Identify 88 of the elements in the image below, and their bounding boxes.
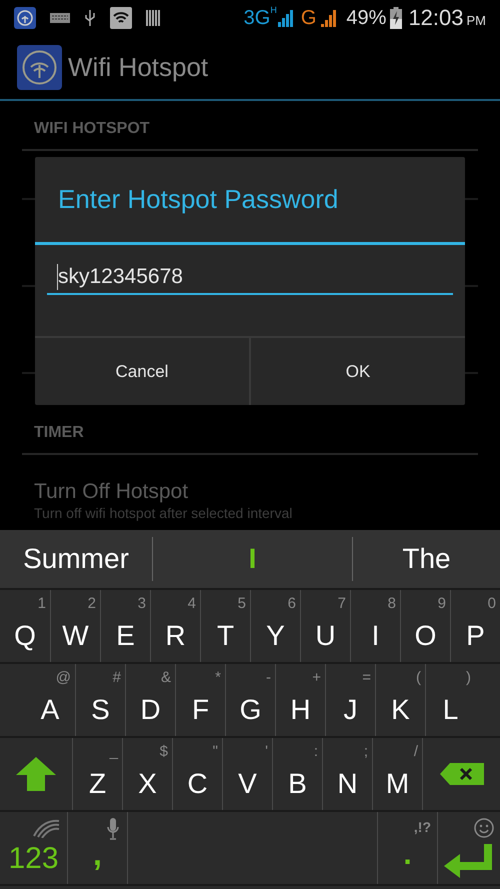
hotspot-app-icon[interactable] [17, 44, 62, 90]
key[interactable]: X $ [122, 738, 172, 810]
key[interactable]: T 5 [200, 590, 250, 662]
key-secondary: 1 [38, 596, 46, 611]
keyboard-icon [50, 12, 70, 22]
clock-suffix: PM [466, 14, 486, 26]
key-secondary: " [212, 744, 218, 759]
symbols-key[interactable]: 123 [0, 812, 67, 884]
battery-percent: 49% [346, 8, 386, 28]
battery-charging-icon [390, 6, 402, 28]
clock-time: 12:03 [408, 6, 464, 28]
wifi-icon [110, 6, 132, 28]
key-secondary: ) [466, 670, 471, 685]
key[interactable]: W 2 [50, 590, 100, 662]
key[interactable]: E 3 [100, 590, 150, 662]
swype-logo-icon [32, 818, 60, 838]
key-secondary: 2 [88, 596, 96, 611]
section-header: TIMER [34, 424, 84, 441]
key-secondary: 5 [238, 596, 246, 611]
key-secondary: 3 [138, 596, 146, 611]
network-type: 3G [244, 8, 270, 28]
key[interactable]: C " [172, 738, 222, 810]
setting-description: Turn off wifi hotspot after selected interval [34, 505, 294, 521]
password-field[interactable]: sky12345678 [47, 261, 453, 295]
key[interactable]: L ) [425, 664, 475, 736]
backspace-icon [440, 763, 484, 785]
comma-key[interactable]: , [67, 812, 127, 884]
key[interactable]: G - [225, 664, 275, 736]
dialog-button[interactable]: Cancel [35, 338, 249, 405]
key-secondary: + [312, 670, 321, 685]
dialog-title: Enter Hotspot Password [58, 183, 338, 216]
key-secondary: - [266, 670, 271, 685]
key[interactable]: S # [75, 664, 125, 736]
enter-arrow-icon [444, 844, 494, 878]
key[interactable]: U 7 [300, 590, 350, 662]
signal-icon [320, 8, 338, 26]
barcode-icon [146, 10, 160, 26]
hotspot-app-icon [14, 6, 36, 28]
key[interactable]: M / [372, 738, 422, 810]
microphone-icon [107, 818, 119, 840]
key-secondary: ,!? [414, 820, 431, 834]
smiley-icon [474, 818, 494, 838]
app-title: Wifi Hotspot [68, 50, 208, 84]
key[interactable]: R 4 [150, 590, 200, 662]
word-suggestion[interactable]: The [402, 545, 451, 573]
key[interactable]: P 0 [450, 590, 500, 662]
key-secondary: $ [160, 744, 168, 759]
key-secondary: = [362, 670, 371, 685]
key-secondary: 9 [438, 596, 446, 611]
dialog-button[interactable]: OK [249, 338, 465, 405]
key[interactable]: Q 1 [0, 590, 50, 662]
word-suggestion[interactable]: Summer [23, 545, 129, 573]
key[interactable]: Y 6 [250, 590, 300, 662]
key[interactable]: H + [275, 664, 325, 736]
signal-icon [276, 8, 295, 26]
network-type: G [300, 8, 316, 28]
key-secondary: # [112, 670, 121, 685]
key-secondary: ' [265, 744, 268, 759]
key-secondary: * [215, 670, 221, 685]
key[interactable]: V ' [222, 738, 272, 810]
period-key[interactable]: . ,!? [377, 812, 437, 884]
key[interactable]: B : [272, 738, 322, 810]
key[interactable]: D & [125, 664, 175, 736]
key-secondary: 0 [488, 596, 496, 611]
key[interactable]: A @ [25, 664, 75, 736]
key-secondary: & [160, 670, 171, 685]
key[interactable]: N ; [322, 738, 372, 810]
key-secondary: 4 [188, 596, 196, 611]
key[interactable]: I 8 [350, 590, 400, 662]
key[interactable]: Z _ [72, 738, 122, 810]
key-secondary: : [314, 744, 318, 759]
key[interactable]: F * [175, 664, 225, 736]
key-secondary: @ [56, 670, 71, 685]
key[interactable]: J = [325, 664, 375, 736]
key-secondary: ( [416, 670, 421, 685]
key-secondary: 8 [388, 596, 396, 611]
key-secondary: _ [110, 744, 118, 759]
network-subtype: H [270, 6, 277, 15]
shift-arrow-icon [16, 757, 56, 791]
key-secondary: ; [364, 744, 368, 759]
usb-icon [84, 8, 96, 26]
key[interactable]: K ( [375, 664, 425, 736]
word-suggestion[interactable]: I [248, 545, 256, 573]
key[interactable]: O 9 [400, 590, 450, 662]
key-secondary: / [414, 744, 418, 759]
key-secondary: 7 [338, 596, 346, 611]
key-secondary: 6 [288, 596, 296, 611]
section-header: WIFI HOTSPOT [34, 120, 150, 137]
